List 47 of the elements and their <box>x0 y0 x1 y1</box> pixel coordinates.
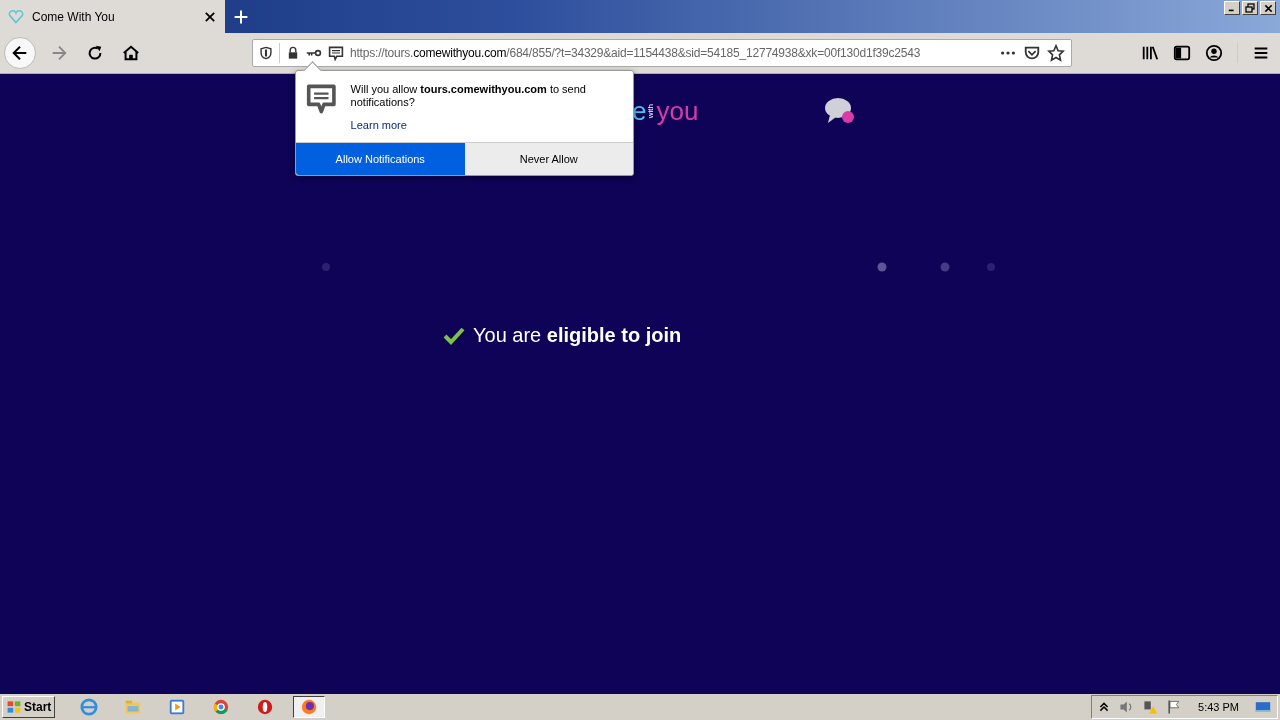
speech-bubble-icon <box>328 45 344 61</box>
firefox-icon[interactable] <box>300 698 319 716</box>
flag-icon[interactable] <box>1166 699 1183 715</box>
permission-message: Will you allow tours.comewithyou.com to send notifications? <box>350 83 587 109</box>
windows-flag-icon <box>6 699 22 715</box>
show-desktop-icon[interactable] <box>1255 699 1271 715</box>
logo-text: you <box>656 95 699 127</box>
dot-icon <box>322 263 330 271</box>
network-warning-icon[interactable] <box>1142 699 1159 715</box>
eligibility-message: You are eligible to join <box>473 324 682 347</box>
checkmark-icon <box>443 326 465 345</box>
close-icon[interactable] <box>203 9 217 24</box>
allow-button[interactable]: Allow Notifications <box>296 143 465 175</box>
taskbar-app-button[interactable] <box>293 696 326 718</box>
chrome-icon[interactable] <box>212 698 231 716</box>
restore-icon <box>1245 3 1255 13</box>
reload-icon <box>86 44 104 62</box>
clock: 5:43 PM <box>1198 701 1239 713</box>
sidebar-icon[interactable] <box>1173 44 1191 62</box>
browser-tab[interactable]: Come With You <box>0 0 225 33</box>
start-button[interactable]: Start <box>2 696 56 718</box>
minimize-button[interactable] <box>1224 1 1240 15</box>
heart-icon <box>8 8 24 25</box>
account-icon[interactable] <box>1205 44 1223 62</box>
chevron-up-icon[interactable] <box>1098 701 1111 713</box>
shield-icon <box>259 46 273 60</box>
logo-text: with <box>647 103 656 119</box>
close-icon <box>1263 3 1273 13</box>
plus-icon <box>233 8 249 25</box>
star-icon[interactable] <box>1047 44 1065 62</box>
house-icon <box>122 44 140 62</box>
forward-arrow-icon <box>50 44 68 62</box>
deny-button[interactable]: Never Allow <box>464 143 633 175</box>
library-icon[interactable] <box>1141 44 1159 62</box>
close-window-button[interactable] <box>1260 1 1276 15</box>
opera-icon[interactable] <box>256 698 275 716</box>
pocket-icon[interactable] <box>1023 44 1041 62</box>
back-arrow-icon <box>11 44 29 62</box>
address-bar[interactable]: https://tours.comewithyou.com/684/855/?t=34329&aid=1154438&sid=54185_12774938&xk=00f130d1f39c2543 <box>252 39 1072 67</box>
media-player-icon[interactable] <box>168 698 187 716</box>
back-button[interactable] <box>4 37 36 69</box>
chat-bubble-icon[interactable] <box>824 97 857 125</box>
restore-button[interactable] <box>1242 1 1258 15</box>
speech-bubble-icon <box>306 83 337 115</box>
url-text: https://tours.comewithyou.com/684/855/?t=34329&aid=1154438&sid=54185_12774938&xk=00f130d1f39c2543 <box>350 46 922 60</box>
learn-more-link[interactable]: Learn more <box>350 119 407 131</box>
padlock-icon <box>286 46 300 60</box>
